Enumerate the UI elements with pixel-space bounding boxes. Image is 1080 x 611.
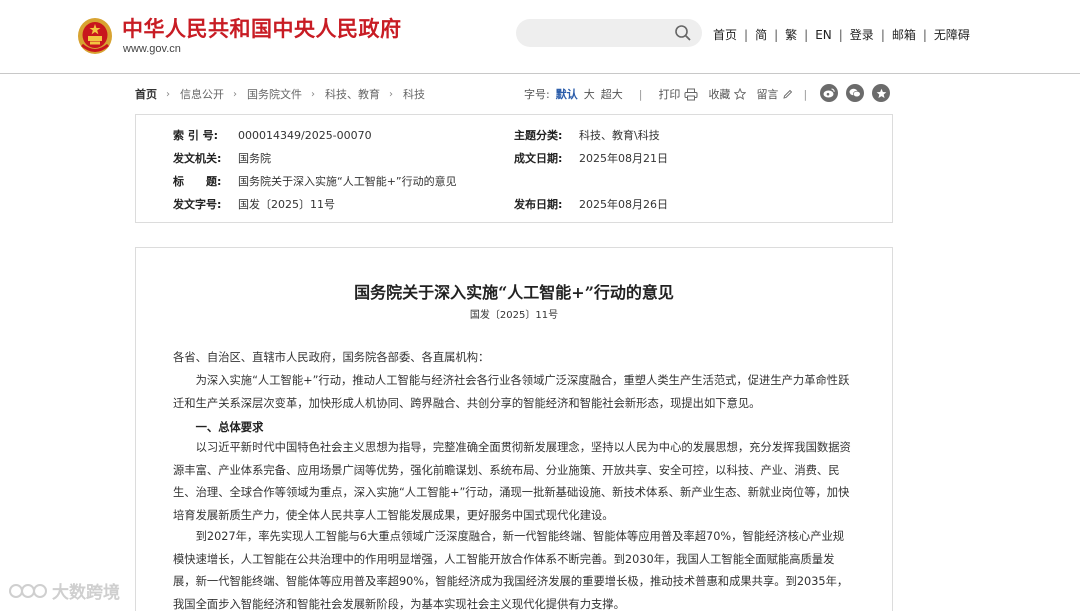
paragraph-goals: 到2027年，率先实现人工智能与6大重点领域广泛深度融合，新一代智能终端、智能体… — [173, 530, 849, 611]
category-label: 主题分类: — [514, 129, 563, 142]
printer-icon[interactable] — [684, 88, 698, 101]
document-info-table: 索 引 号: 000014349/2025-00070 主题分类: 科技、教育\科技… — [135, 114, 893, 223]
title-value: 国务院关于深入实施“人工智能+”行动的意见 — [238, 175, 457, 188]
index-number-value: 000014349/2025-00070 — [238, 129, 372, 142]
chevron-right-icon: › — [233, 88, 237, 100]
nav-login-link[interactable]: 登录 — [850, 26, 874, 43]
star-outline-icon[interactable] — [734, 88, 747, 100]
chevron-right-icon: › — [389, 88, 393, 100]
divider: | — [804, 27, 809, 42]
nav-english-link[interactable]: EN — [815, 28, 832, 42]
wechat-icon[interactable] — [846, 84, 864, 102]
chevron-right-icon: › — [166, 88, 170, 100]
divider: | — [638, 87, 643, 101]
divider: | — [922, 27, 927, 42]
title-row: 标 题: 国务院关于深入实施“人工智能+”行动的意见 — [173, 173, 457, 189]
issuer-row: 发文机关: 国务院 — [173, 150, 271, 166]
divider: | — [838, 27, 843, 42]
issuer-value: 国务院 — [238, 152, 271, 165]
watermark-logo-icon — [9, 583, 47, 598]
star-icon[interactable] — [872, 84, 890, 102]
divider: | — [774, 27, 779, 42]
salutation: 各省、自治区、直辖市人民政府，国务院各部委、各直属机构： — [173, 351, 490, 364]
breadcrumb: 首页 › 信息公开 › 国务院文件 › 科技、教育 › 科技 — [135, 86, 425, 102]
index-number-label: 索 引 号: — [173, 129, 219, 142]
paragraph-guideline: 以习近平新时代中国特色社会主义思想为指导，完整准确全面贯彻新发展理念，坚持以人民… — [173, 441, 851, 522]
article-tools: 字号: 默认 大 超大 | 打印 收藏 留言 | — [524, 86, 823, 102]
divider: | — [880, 27, 885, 42]
nav-home-link[interactable]: 首页 — [713, 26, 737, 43]
article-body: 国务院关于深入实施“人工智能+”行动的意见 国发〔2025〕11号 各省、自治区… — [135, 247, 893, 611]
article-doc-number: 国发〔2025〕11号 — [469, 310, 559, 321]
pencil-icon[interactable] — [782, 89, 793, 100]
font-size-default[interactable]: 默认 — [556, 86, 578, 102]
site-header: 中华人民共和国中央人民政府 www.gov.cn 首页 | 简 | 繁 | EN… — [0, 0, 1080, 74]
date-written-value: 2025年08月21日 — [579, 152, 668, 165]
breadcrumb-state-council-docs[interactable]: 国务院文件 — [247, 86, 302, 102]
search-input[interactable] — [516, 19, 702, 47]
watermark-text: 大数跨境 — [52, 583, 120, 603]
breadcrumb-info-public[interactable]: 信息公开 — [180, 86, 224, 102]
intro-paragraph: 为深入实施“人工智能+”行动，推动人工智能与经济社会各行业各领域广泛深度融合，重… — [173, 374, 850, 410]
nav-accessibility-link[interactable]: 无障碍 — [934, 26, 970, 43]
date-written-row: 成文日期: 2025年08月21日 — [514, 150, 668, 166]
divider: | — [744, 27, 749, 42]
font-size-label: 字号: — [524, 88, 550, 101]
date-written-label: 成文日期: — [514, 152, 563, 165]
national-emblem-icon[interactable] — [77, 15, 113, 55]
site-url: www.gov.cn — [123, 43, 181, 55]
index-number-row: 索 引 号: 000014349/2025-00070 — [173, 127, 372, 143]
publish-date-value: 2025年08月26日 — [579, 198, 668, 211]
title-label: 标 题: — [173, 175, 222, 188]
nav-mail-link[interactable]: 邮箱 — [892, 26, 916, 43]
site-name[interactable]: 中华人民共和国中央人民政府 — [122, 13, 402, 43]
watermark: 大数跨境 — [8, 578, 120, 603]
doc-number-label: 发文字号: — [173, 198, 222, 211]
breadcrumb-sci-edu[interactable]: 科技、教育 — [325, 86, 380, 102]
font-size-xlarge[interactable]: 超大 — [601, 86, 623, 102]
weibo-icon[interactable] — [820, 84, 838, 102]
chevron-right-icon: › — [311, 88, 315, 100]
doc-number-row: 发文字号: 国发〔2025〕11号 — [173, 196, 335, 212]
publish-date-label: 发布日期: — [514, 198, 563, 211]
category-value: 科技、教育\科技 — [579, 129, 660, 142]
issuer-label: 发文机关: — [173, 152, 222, 165]
divider: | — [803, 87, 808, 101]
share-icons — [820, 84, 890, 102]
category-row: 主题分类: 科技、教育\科技 — [514, 127, 660, 143]
font-size-large[interactable]: 大 — [584, 86, 595, 102]
nav-simplified-link[interactable]: 简 — [755, 26, 767, 43]
doc-number-value: 国发〔2025〕11号 — [238, 198, 335, 211]
search-icon[interactable] — [674, 24, 692, 42]
publish-date-row: 发布日期: 2025年08月26日 — [514, 196, 668, 212]
section-heading: 一、总体要求 — [195, 421, 264, 434]
favorite-button[interactable]: 收藏 — [708, 86, 730, 102]
breadcrumb-tech[interactable]: 科技 — [403, 86, 425, 102]
print-button[interactable]: 打印 — [658, 86, 680, 102]
breadcrumb-home[interactable]: 首页 — [135, 86, 157, 102]
nav-traditional-link[interactable]: 繁 — [785, 26, 797, 43]
top-nav: 首页 | 简 | 繁 | EN | 登录 | 邮箱 | 无障碍 — [713, 26, 970, 43]
comment-button[interactable]: 留言 — [756, 86, 778, 102]
article-title: 国务院关于深入实施“人工智能+”行动的意见 — [354, 283, 674, 302]
